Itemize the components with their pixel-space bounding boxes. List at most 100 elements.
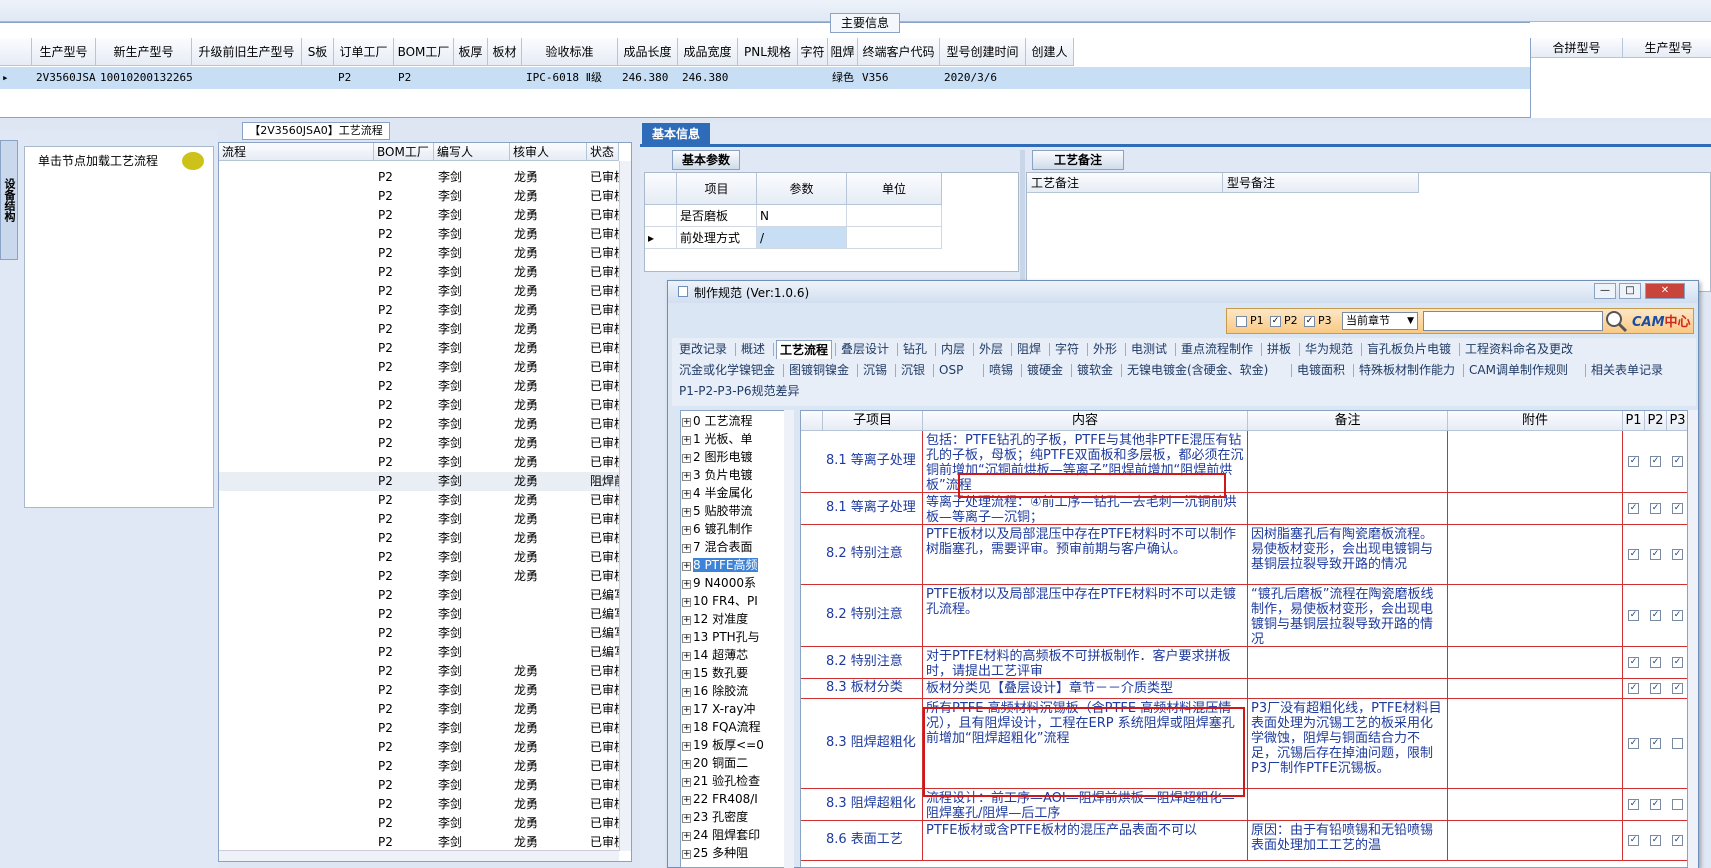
main-info-col-header[interactable]: BOM工厂 bbox=[394, 38, 454, 66]
main-info-cell[interactable] bbox=[738, 67, 798, 89]
tab-basic-info[interactable]: 基本信息 bbox=[642, 123, 710, 145]
tree-row[interactable]: 退锡P2李剑龙勇已审核 bbox=[219, 396, 619, 415]
spec-plant-checkbox[interactable]: ✓ bbox=[1628, 738, 1639, 749]
spec-plant-checkbox[interactable]: ✓ bbox=[1672, 835, 1683, 846]
expand-icon[interactable]: + bbox=[682, 616, 691, 625]
param-col-header[interactable]: 项目 bbox=[677, 173, 757, 205]
spec-tab[interactable]: 更改记录 bbox=[676, 340, 732, 359]
chapter-item[interactable]: +22 FR408/I bbox=[682, 790, 784, 809]
plant-filter-checkbox[interactable]: ✓ bbox=[1304, 316, 1315, 327]
spec-tab[interactable]: 工艺流程 bbox=[776, 340, 832, 359]
tree-col-header[interactable]: 流程 bbox=[219, 143, 374, 161]
main-info-cell[interactable] bbox=[488, 67, 522, 89]
maximize-icon[interactable]: □ bbox=[1619, 283, 1641, 299]
param-row-indicator[interactable]: ▸ bbox=[645, 227, 677, 249]
main-info-cell[interactable]: 2V3560JSA0 bbox=[32, 67, 96, 89]
spec-tab[interactable]: 重点流程制作 bbox=[1178, 340, 1258, 359]
tree-row[interactable]: 外观检查1P2李剑龙勇已审核 bbox=[219, 795, 619, 814]
spec-col-header[interactable]: 附件 bbox=[1448, 411, 1623, 431]
param-col-header[interactable]: 单位 bbox=[847, 173, 942, 205]
tree-row[interactable]: 显影P2李剑龙勇已审核 bbox=[219, 282, 619, 301]
chapter-item[interactable]: +14 超薄芯 bbox=[682, 646, 784, 665]
tab-process-notes[interactable]: 工艺备注 bbox=[1032, 150, 1124, 170]
grid-row-indicator[interactable]: ▸ bbox=[0, 67, 32, 89]
spec-plant-checkbox[interactable]: ✓ bbox=[1650, 456, 1661, 467]
chapter-item[interactable]: +1 光板、单 bbox=[682, 430, 784, 449]
tree-row[interactable]: −终检P2李剑龙勇已审核 bbox=[219, 681, 619, 700]
tree-row[interactable]: 电子测试P2李剑已编写 bbox=[219, 605, 619, 624]
minimize-icon[interactable]: — bbox=[1594, 283, 1616, 299]
chapter-item[interactable]: +12 对准度 bbox=[682, 610, 784, 629]
chapter-item[interactable]: +6 镀孔制作 bbox=[682, 520, 784, 539]
main-info-col-header[interactable]: 板厚 bbox=[454, 38, 488, 66]
tree-vertical-scrollbar[interactable] bbox=[619, 161, 631, 851]
main-info-cell[interactable]: 246.380 bbox=[618, 67, 678, 89]
spec-tab[interactable]: 镀硬金 bbox=[1024, 361, 1068, 380]
tree-row[interactable]: −外层干膜P2李剑龙勇已审核 bbox=[219, 206, 619, 225]
param-value[interactable]: N bbox=[757, 205, 847, 227]
tree-row[interactable]: 板镀P2李剑龙勇已审核 bbox=[219, 187, 619, 206]
expand-icon[interactable]: + bbox=[682, 760, 691, 769]
spec-plant-checkbox[interactable]: ✓ bbox=[1672, 683, 1683, 694]
spec-tab[interactable]: 华为规范 bbox=[1302, 340, 1358, 359]
main-info-cell[interactable]: P2 bbox=[394, 67, 454, 89]
spec-row[interactable]: 8.6 表面工艺 PTFE板材或含PTFE板材的混压产品表面不可以 原因：由于有铅喷… bbox=[801, 821, 1687, 861]
main-info-col-header[interactable]: 字符 bbox=[798, 38, 828, 66]
spec-plant-checkbox[interactable] bbox=[1672, 738, 1683, 749]
spec-tab[interactable]: OSP bbox=[936, 361, 980, 380]
tree-row[interactable]: 功能检查P2李剑龙勇已审核 bbox=[219, 700, 619, 719]
spec-tab[interactable]: CAM调单制作规则 bbox=[1466, 361, 1582, 380]
tree-row[interactable]: 显影P2李剑龙勇已审核 bbox=[219, 548, 619, 567]
tree-row[interactable]: −外层蚀刻P2李剑龙勇已审核 bbox=[219, 339, 619, 358]
expand-icon[interactable]: + bbox=[682, 634, 691, 643]
spec-plant-checkbox[interactable]: ✓ bbox=[1672, 610, 1683, 621]
tree-row[interactable]: 预烘P2李剑龙勇已审核 bbox=[219, 510, 619, 529]
spec-tab[interactable]: 外形 bbox=[1090, 340, 1122, 359]
spec-tab[interactable]: 概述 bbox=[738, 340, 770, 359]
expand-icon[interactable]: + bbox=[682, 562, 691, 571]
tree-row[interactable]: −沉锡P2李剑龙勇已审核 bbox=[219, 738, 619, 757]
chapter-item[interactable]: +21 验孔检查 bbox=[682, 772, 784, 791]
note-col-header[interactable]: 工艺备注 bbox=[1027, 173, 1223, 193]
expand-icon[interactable]: + bbox=[682, 652, 691, 661]
expand-icon[interactable]: + bbox=[682, 832, 691, 841]
merge-col-header[interactable]: 合拼型号 bbox=[1531, 38, 1623, 58]
expand-icon[interactable]: + bbox=[682, 724, 691, 733]
main-info-col-header[interactable]: 验收标准 bbox=[522, 38, 618, 66]
expand-icon[interactable]: + bbox=[682, 580, 691, 589]
spec-tab[interactable]: 图镀铜镍金 bbox=[786, 361, 854, 380]
param-row-indicator[interactable] bbox=[645, 205, 677, 227]
main-info-cell[interactable] bbox=[454, 67, 488, 89]
spec-plant-checkbox[interactable]: ✓ bbox=[1672, 549, 1683, 560]
tree-row[interactable]: −阻焊P2李剑龙勇已审核 bbox=[219, 453, 619, 472]
tree-row[interactable]: 成品清洗P2李剑龙勇已审核 bbox=[219, 662, 619, 681]
spec-plant-checkbox[interactable]: ✓ bbox=[1650, 549, 1661, 560]
main-info-col-header[interactable]: S板 bbox=[302, 38, 334, 66]
tree-row[interactable]: 外层AOIP2李剑龙勇已审核 bbox=[219, 434, 619, 453]
spec-row[interactable]: 8.1 等离子处理 等离子处理流程：④前工序—钻孔—去毛刺—沉铜前烘板—等离子—沉… bbox=[801, 493, 1687, 525]
chapter-item[interactable]: +20 铜面二 bbox=[682, 754, 784, 773]
main-info-cell[interactable]: 2020/3/6 bbox=[940, 67, 1026, 89]
spec-attachment[interactable] bbox=[1448, 679, 1623, 698]
spec-tab[interactable]: 喷锡 bbox=[986, 361, 1018, 380]
chapter-scrollbar[interactable] bbox=[784, 410, 794, 868]
expand-icon[interactable]: + bbox=[682, 598, 691, 607]
chapter-item[interactable]: +8 PTFE高频 bbox=[682, 556, 784, 575]
tree-row[interactable]: 沉锡P2李剑龙勇已审核 bbox=[219, 757, 619, 776]
spec-tab[interactable]: 电测试 bbox=[1128, 340, 1172, 359]
tree-row[interactable]: 外层前处理P2李剑龙勇已审核 bbox=[219, 225, 619, 244]
tree-row[interactable]: −AOIP2李剑龙勇已审核 bbox=[219, 415, 619, 434]
main-info-cell[interactable]: 10010200132265 bbox=[96, 67, 192, 89]
expand-icon[interactable]: + bbox=[682, 508, 691, 517]
main-info-col-header[interactable]: 订单工厂 bbox=[334, 38, 394, 66]
tree-row[interactable]: 丝印P2李剑龙勇已审核 bbox=[219, 491, 619, 510]
tree-row[interactable]: 碱性蚀刻P2李剑龙勇已审核 bbox=[219, 377, 619, 396]
spec-plant-checkbox[interactable]: ✓ bbox=[1628, 610, 1639, 621]
spec-tab[interactable]: 相关表单记录 bbox=[1588, 361, 1668, 380]
spec-tab[interactable]: 内层 bbox=[938, 340, 970, 359]
spec-plant-checkbox[interactable]: ✓ bbox=[1672, 657, 1683, 668]
expand-icon[interactable]: + bbox=[682, 670, 691, 679]
tree-row[interactable]: 阻焊前处理P2李剑龙勇阻焊前处理 bbox=[219, 472, 619, 491]
spec-row[interactable]: 8.2 特别注意 PTFE板材以及局部混压中存在PTFE材料时不可以制作树脂塞孔，… bbox=[801, 525, 1687, 585]
spec-row[interactable]: 8.1 等离子处理 包括：PTFE钻孔的子板，PTFE与其他非PTFE混压有钻孔的… bbox=[801, 431, 1687, 493]
